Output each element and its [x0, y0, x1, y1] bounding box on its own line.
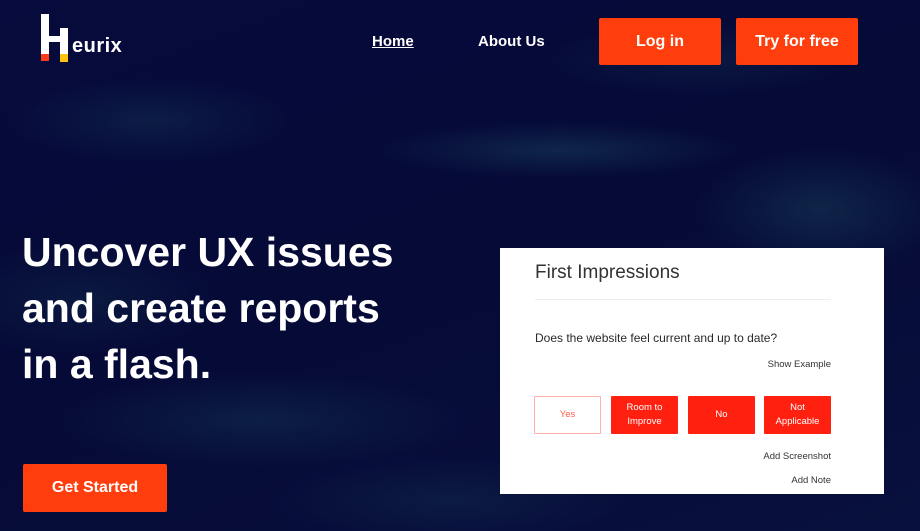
- nav-home-link[interactable]: Home: [372, 33, 414, 50]
- card-question: Does the website feel current and up to …: [535, 331, 778, 345]
- option-label: Not Applicable: [775, 402, 820, 427]
- hero-title: Uncover UX issues and create reports in …: [22, 224, 462, 392]
- add-screenshot-link[interactable]: Add Screenshot: [763, 451, 831, 462]
- hero-title-line: and create reports: [22, 285, 380, 331]
- logo-mark-icon: [40, 14, 70, 62]
- option-no-button[interactable]: No: [688, 396, 755, 434]
- option-yes-button[interactable]: Yes: [534, 396, 601, 434]
- hero-title-line: in a flash.: [22, 341, 212, 387]
- logo-text: eurix: [72, 35, 123, 57]
- nav-about-link[interactable]: About Us: [478, 33, 545, 50]
- get-started-button[interactable]: Get Started: [23, 464, 167, 512]
- show-example-link[interactable]: Show Example: [768, 359, 831, 370]
- option-label: Room to Improve: [626, 402, 663, 427]
- try-for-free-button[interactable]: Try for free: [736, 18, 858, 65]
- card-title: First Impressions: [535, 262, 680, 283]
- login-button[interactable]: Log in: [599, 18, 721, 65]
- card-divider: [535, 299, 831, 300]
- option-room-to-improve-button[interactable]: Room to Improve: [611, 396, 678, 434]
- add-note-link[interactable]: Add Note: [791, 475, 831, 486]
- option-not-applicable-button[interactable]: Not Applicable: [764, 396, 831, 434]
- first-impressions-card: First Impressions Does the website feel …: [500, 248, 884, 494]
- hero-title-line: Uncover UX issues: [22, 229, 394, 275]
- logo[interactable]: eurix: [40, 14, 140, 66]
